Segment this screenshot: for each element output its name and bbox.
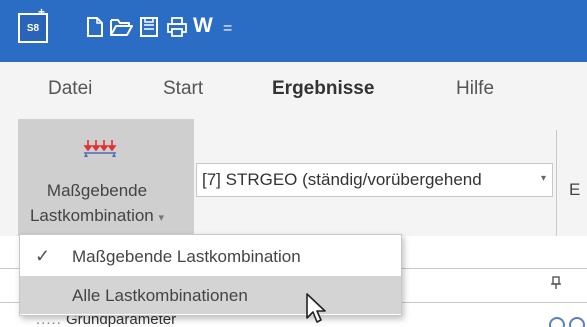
menu-item-label: Maßgebende Lastkombination xyxy=(72,247,301,266)
app-icon-badge: + xyxy=(37,5,45,19)
load-arrows-icon xyxy=(80,136,120,164)
open-folder-icon[interactable] xyxy=(109,16,133,38)
governing-load-combination-label-2: Lastkombination ▾ xyxy=(2,206,192,226)
chevron-down-icon[interactable]: ▾ xyxy=(159,212,165,224)
app-icon[interactable]: S8 + xyxy=(18,6,48,43)
truncated-ribbon-label: E xyxy=(569,180,581,199)
customize-quick-access-button[interactable]: = xyxy=(223,17,232,41)
new-document-icon[interactable] xyxy=(86,16,104,38)
tab-datei[interactable]: Datei xyxy=(48,78,92,100)
load-combination-dropdown-menu: ✓ Maßgebende Lastkombination Alle Lastko… xyxy=(19,234,402,316)
governing-load-combination-label-1: Maßgebende xyxy=(46,181,148,200)
save-icon[interactable] xyxy=(139,16,159,38)
app-icon-text: S8 xyxy=(26,23,40,34)
checkmark-icon: ✓ xyxy=(35,246,51,266)
mouse-cursor-icon xyxy=(305,292,329,326)
menu-item-label: Alle Lastkombinationen xyxy=(72,286,248,305)
menu-item-governing-load-combination[interactable]: ✓ Maßgebende Lastkombination xyxy=(20,237,401,275)
pin-icon[interactable] xyxy=(550,276,562,294)
active-tab-indicator xyxy=(257,47,429,50)
load-combination-select[interactable]: [7] STRGEO (ständig/vorübergehend ▾ xyxy=(196,163,553,197)
chevron-down-icon[interactable]: ▾ xyxy=(541,173,546,184)
ribbon-tabs: Datei Start Ergebnisse Hilfe xyxy=(0,62,587,116)
title-bar: S8 + W = xyxy=(0,0,587,62)
tab-ergebnisse[interactable]: Ergebnisse xyxy=(272,78,374,100)
print-icon[interactable] xyxy=(166,16,188,38)
tab-start[interactable]: Start xyxy=(163,78,203,100)
load-combination-select-value: [7] STRGEO (ständig/vorübergehend xyxy=(202,170,482,189)
help-icons[interactable] xyxy=(547,311,587,327)
menu-item-all-load-combinations[interactable]: Alle Lastkombinationen xyxy=(20,276,401,314)
word-export-button[interactable]: W xyxy=(193,14,213,38)
tab-hilfe[interactable]: Hilfe xyxy=(456,78,494,100)
governing-load-combination-label-2-text: Lastkombination xyxy=(29,206,154,225)
